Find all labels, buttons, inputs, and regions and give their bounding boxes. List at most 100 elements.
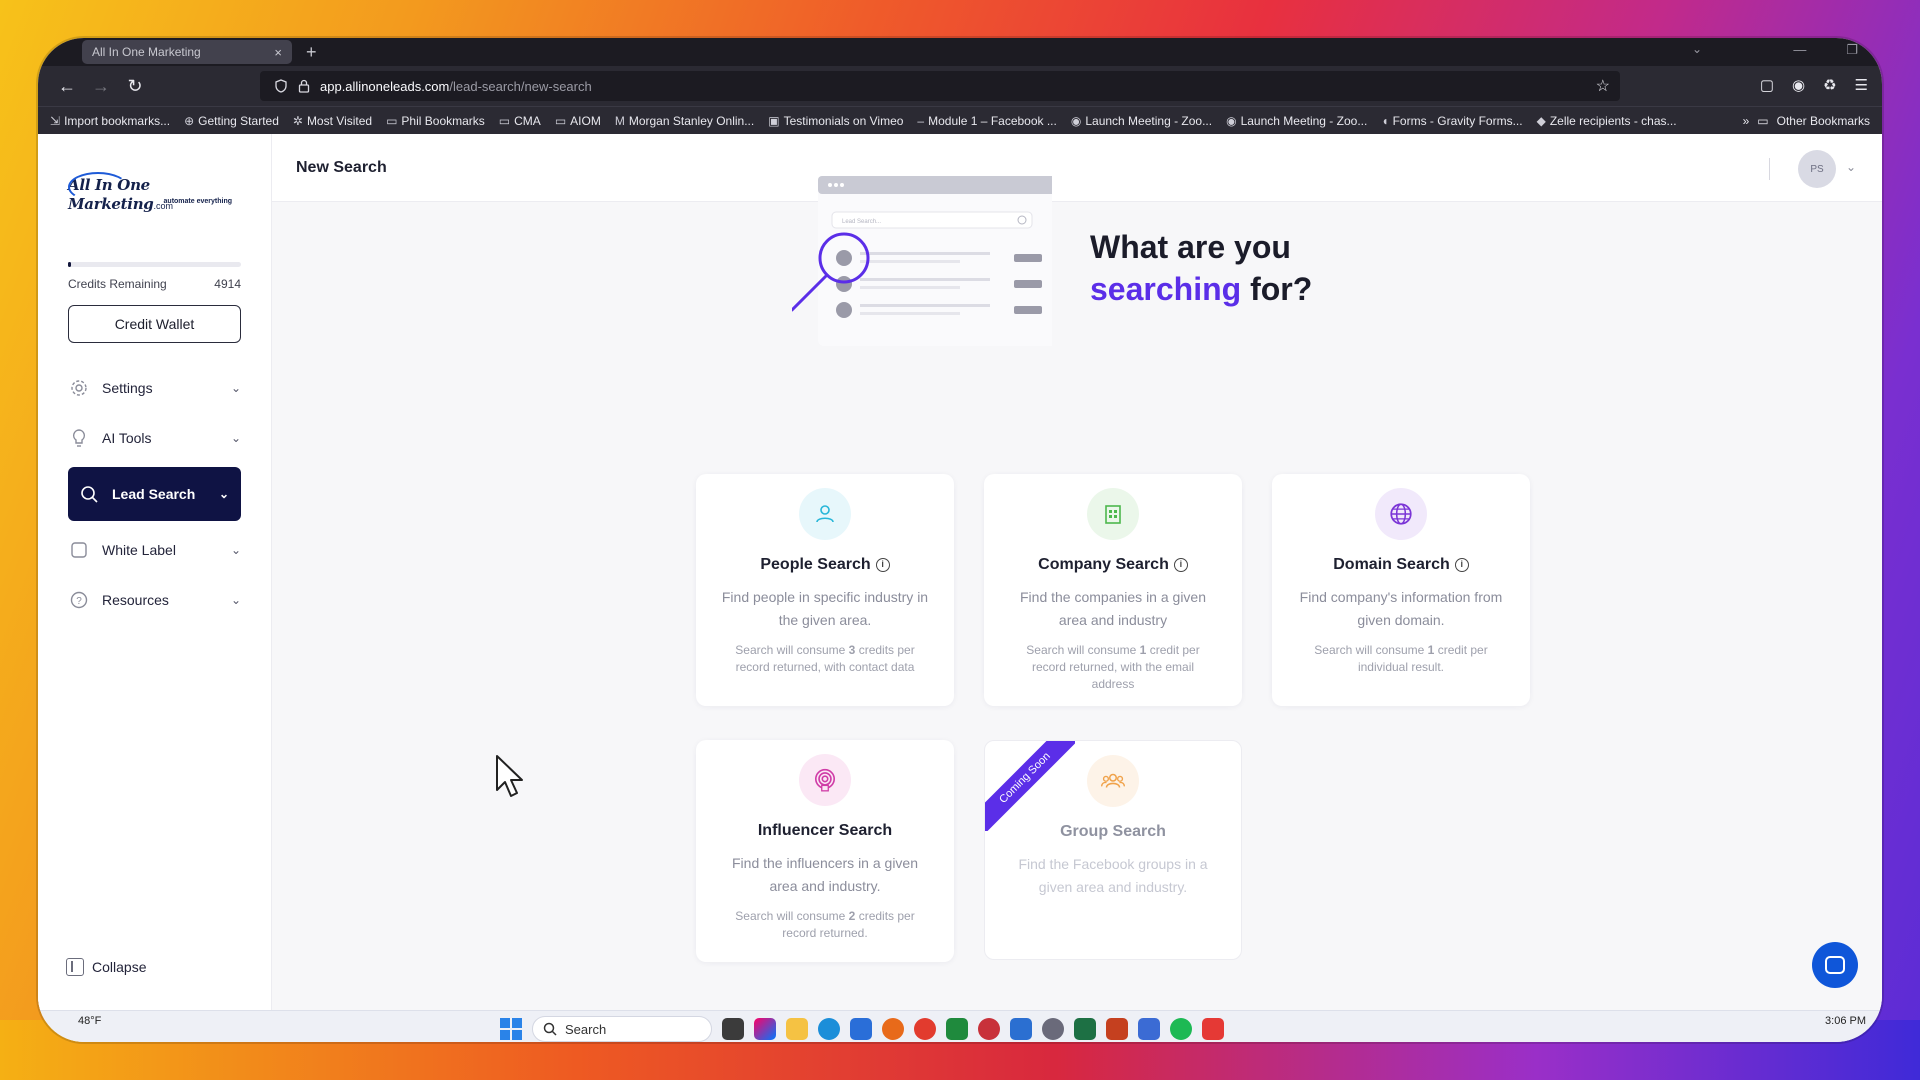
menu-icon[interactable]: ☰ xyxy=(1855,76,1868,94)
credits-value: 4914 xyxy=(214,277,241,291)
influencer-search-card[interactable]: Influencer Search Find the influencers i… xyxy=(696,740,954,962)
chevron-down-icon: ⌄ xyxy=(230,381,241,395)
sidebar-item-label: Resources xyxy=(102,592,169,608)
minimize-icon[interactable]: — xyxy=(1793,42,1806,58)
extension-p-icon[interactable]: ◉ xyxy=(1792,76,1805,94)
globe-icon xyxy=(1375,488,1427,540)
card-credit-note: Search will consume 2 credits per record… xyxy=(735,909,915,940)
hero-line-1: What are you xyxy=(1090,229,1291,265)
windows-start-icon[interactable] xyxy=(500,1018,522,1040)
sidebar-item-label: AI Tools xyxy=(102,430,152,446)
bookmark-item[interactable]: M Morgan Stanley Onlin... xyxy=(615,114,754,128)
card-description: Find people in specific industry in the … xyxy=(721,589,929,628)
powerpoint-icon[interactable] xyxy=(1106,1018,1128,1040)
forward-icon[interactable]: → xyxy=(84,76,118,97)
url-path: /lead-search/new-search xyxy=(449,78,592,94)
weather-temp[interactable]: 48°F xyxy=(78,1015,101,1027)
brand-logo[interactable]: All In One Marketing.com automate everyt… xyxy=(68,172,240,216)
extensions-icon[interactable]: ♻ xyxy=(1823,76,1836,94)
avatar[interactable]: PS xyxy=(1798,150,1836,188)
bookmark-item[interactable]: ▭ AIOM xyxy=(555,114,601,128)
calendar-icon[interactable] xyxy=(1010,1018,1032,1040)
card-title: Domain Search xyxy=(1333,556,1450,573)
browser-toolbar-icons: ▢ ◉ ♻ ☰ xyxy=(1760,76,1868,94)
bookmark-label: Getting Started xyxy=(198,113,279,128)
firefox-icon[interactable] xyxy=(882,1018,904,1040)
chevron-down-icon: ⌄ xyxy=(230,593,241,607)
green-app-icon[interactable] xyxy=(946,1018,968,1040)
bookmark-item[interactable]: ⊕ Getting Started xyxy=(184,114,279,128)
bookmark-item[interactable]: ◉ Launch Meeting - Zoo... xyxy=(1071,114,1212,128)
bookmark-item[interactable]: ⇲ Import bookmarks... xyxy=(50,114,170,128)
header-divider xyxy=(1769,158,1770,180)
person-icon xyxy=(799,488,851,540)
gear-icon: ✲ xyxy=(292,113,303,128)
sidebar-item-ai-tools[interactable]: AI Tools ⌄ xyxy=(68,413,241,463)
info-icon[interactable]: i xyxy=(1173,558,1188,572)
bookmark-item[interactable]: ◉ Launch Meeting - Zoo... xyxy=(1226,114,1367,128)
sidebar-item-resources[interactable]: ? Resources ⌄ xyxy=(68,575,241,625)
sidebar-item-settings[interactable]: Settings ⌄ xyxy=(68,363,241,413)
domain-search-card[interactable]: Domain Search i Find company's informatio… xyxy=(1272,474,1530,706)
chat-button[interactable] xyxy=(1812,942,1858,988)
bookmark-item[interactable]: ✲ Most Visited xyxy=(293,114,372,128)
bookmark-label: Forms - Gravity Forms... xyxy=(1392,113,1523,128)
card-description: Find the Facebook groups in a given area… xyxy=(1018,856,1208,895)
excel-icon[interactable] xyxy=(1074,1018,1096,1040)
copilot-icon[interactable] xyxy=(754,1018,776,1040)
info-icon[interactable]: i xyxy=(1454,558,1469,572)
bookmark-item[interactable]: ◖ Forms - Gravity Forms... xyxy=(1381,114,1522,128)
other-bookmarks[interactable]: » ▭ Other Bookmarks xyxy=(1743,114,1870,128)
bookmark-item[interactable]: – Module 1 – Facebook ... xyxy=(917,114,1056,128)
hero-line-2: for? xyxy=(1250,271,1313,307)
store-icon[interactable] xyxy=(850,1018,872,1040)
bookmark-item[interactable]: ▭ CMA xyxy=(499,114,541,128)
sidebar-item-label: Lead Search xyxy=(112,486,196,502)
file-explorer-icon[interactable] xyxy=(786,1018,808,1040)
new-tab-button[interactable]: + xyxy=(306,42,317,63)
zoom-icon: ◉ xyxy=(1070,113,1082,128)
taskbar-apps: Search xyxy=(500,1016,1224,1042)
recorder-icon[interactable] xyxy=(1202,1018,1224,1040)
back-icon[interactable]: ← xyxy=(50,76,84,97)
company-search-card[interactable]: Company Search i Find the companies in a … xyxy=(984,474,1242,706)
reload-icon[interactable]: ↻ xyxy=(118,76,152,97)
settings-app-icon[interactable] xyxy=(1042,1018,1064,1040)
red-app-icon[interactable] xyxy=(978,1018,1000,1040)
sidebar-item-lead-search[interactable]: Lead Search ⌄ xyxy=(68,467,241,521)
sidebar-item-white-label[interactable]: White Label ⌄ xyxy=(68,525,241,575)
chevron-down-icon[interactable]: ⌄ xyxy=(1846,160,1856,174)
chevron-down-icon: ⌄ xyxy=(230,431,241,445)
restore-icon[interactable]: ❐ xyxy=(1846,42,1858,58)
collapse-button[interactable]: Collapse xyxy=(66,958,146,976)
bookmark-star-icon[interactable]: ☆ xyxy=(1596,76,1610,96)
bookmark-item[interactable]: ▭ Phil Bookmarks xyxy=(386,114,485,128)
spotify-icon[interactable] xyxy=(1170,1018,1192,1040)
tab-close-icon[interactable]: × xyxy=(274,45,282,60)
tab-list-chevron-icon[interactable]: ⌄ xyxy=(1692,42,1702,56)
notepad-icon[interactable] xyxy=(1138,1018,1160,1040)
collapse-label: Collapse xyxy=(92,959,147,975)
sidebar-item-label: White Label xyxy=(102,542,176,558)
credit-wallet-button[interactable]: Credit Wallet xyxy=(68,305,241,343)
edge-icon[interactable] xyxy=(818,1018,840,1040)
taskbar-clock[interactable]: 3:06 PM xyxy=(1825,1015,1866,1027)
people-search-card[interactable]: People Search i Find people in specific i… xyxy=(696,474,954,706)
card-credit-note: Search will consume 3 credits per record… xyxy=(735,643,915,674)
info-icon[interactable]: i xyxy=(875,558,890,572)
taskbar-search-label: Search xyxy=(565,1021,607,1037)
shield-icon xyxy=(275,79,287,93)
url-bar[interactable]: app.allinoneleads.com/lead-search/new-se… xyxy=(260,71,1620,101)
pocket-icon[interactable]: ▢ xyxy=(1760,76,1774,94)
chrome-icon[interactable] xyxy=(914,1018,936,1040)
overflow-chevron-icon[interactable]: » xyxy=(1743,114,1750,128)
taskbar-search[interactable]: Search xyxy=(532,1016,712,1042)
browser-tab[interactable]: All In One Marketing × xyxy=(82,40,292,64)
bookmark-label: Most Visited xyxy=(306,113,373,128)
task-view-icon[interactable] xyxy=(722,1018,744,1040)
ms-icon: M xyxy=(614,113,625,128)
folder-icon: ▭ xyxy=(554,113,567,128)
bookmark-item[interactable]: ▣ Testimonials on Vimeo xyxy=(768,114,903,128)
help-circle-icon: ? xyxy=(68,589,90,611)
bookmark-item[interactable]: ◆ Zelle recipients - chas... xyxy=(1537,114,1677,128)
